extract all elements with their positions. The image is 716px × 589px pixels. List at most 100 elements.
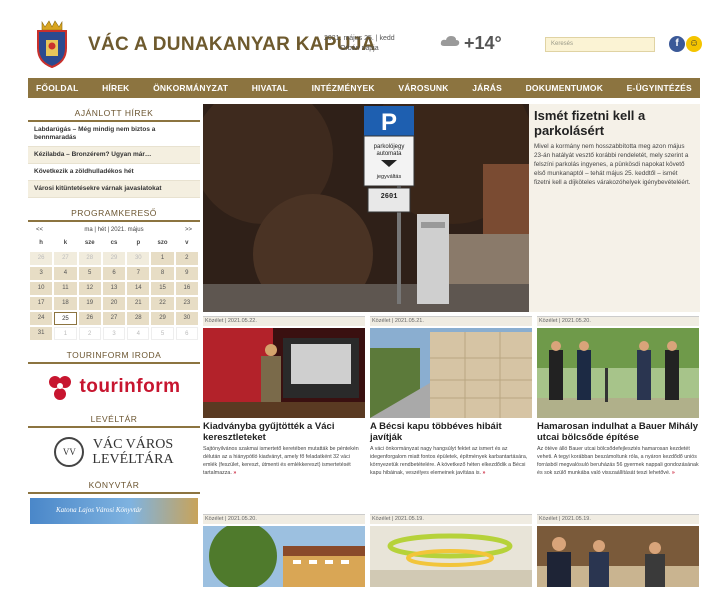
calendar-day[interactable]: 10: [30, 282, 53, 295]
recommended-item[interactable]: Következik a zöldhulladékos hét: [28, 164, 200, 181]
search-input[interactable]: Keresés: [545, 37, 655, 52]
sidebar: AJÁNLOTT HÍREK Labdarúgás – Még mindig n…: [28, 104, 200, 589]
card-title[interactable]: Kiadványba gyűjtötték a Váci keresztlete…: [203, 421, 365, 443]
nav-e-ugyintezes[interactable]: E-ÜGYINTÉZÉS: [627, 83, 692, 93]
tourinform-banner[interactable]: tourinform: [28, 364, 200, 410]
recommended-item[interactable]: Kézilabda – Bronzérem? Ugyan már…: [28, 147, 200, 164]
calendar-day[interactable]: 13: [102, 282, 126, 295]
calendar-day[interactable]: 15: [151, 282, 174, 295]
calendar-day[interactable]: 30: [127, 252, 150, 265]
card-image[interactable]: [537, 328, 699, 418]
calendar-day[interactable]: 31: [30, 327, 53, 340]
calendar-day[interactable]: 27: [54, 252, 77, 265]
calendar-day[interactable]: 11: [54, 282, 77, 295]
card-meta: Közélet | 2021.05.19.: [537, 514, 699, 524]
card-image[interactable]: [203, 526, 365, 587]
library-banner[interactable]: Katona Lajos Városi Könyvtár: [30, 498, 198, 524]
calendar-next-button[interactable]: >>: [185, 227, 192, 233]
nav-jaras[interactable]: JÁRÁS: [472, 83, 502, 93]
card-image[interactable]: [370, 526, 532, 587]
calendar-day[interactable]: 12: [78, 282, 101, 295]
nav-fooldal[interactable]: FŐOLDAL: [36, 83, 78, 93]
calendar-day[interactable]: 6: [102, 267, 126, 280]
calendar-day[interactable]: 8: [151, 267, 174, 280]
calendar-day[interactable]: 14: [127, 282, 150, 295]
calendar-day[interactable]: 20: [102, 297, 126, 310]
recommended-item[interactable]: Városi kitüntetésekre várnak javaslatoka…: [28, 181, 200, 198]
calendar-day[interactable]: 29: [102, 252, 126, 265]
news-card[interactable]: Közélet | 2021.05.19.: [370, 514, 532, 587]
calendar-day[interactable]: 26: [78, 312, 101, 325]
smiley-icon[interactable]: ☺: [686, 36, 702, 52]
svg-text:parkolójegy: parkolójegy: [374, 144, 405, 150]
hero-image[interactable]: P parkolójegy automata jegyváltás 2601: [203, 104, 529, 312]
archive-banner[interactable]: VV VÁC VÁROS LEVÉLTÁRA: [28, 428, 200, 476]
calendar-day-name: h: [39, 240, 43, 246]
read-more-arrow-icon[interactable]: »: [672, 470, 675, 476]
nav-hirek[interactable]: HÍREK: [102, 83, 129, 93]
archive-title: VÁC VÁROS LEVÉLTÁRA: [92, 437, 174, 467]
recommended-item[interactable]: Labdarúgás – Még mindig nem biztos a ben…: [28, 122, 200, 147]
calendar-day[interactable]: 23: [175, 297, 198, 310]
calendar-day[interactable]: 29: [151, 312, 174, 325]
card-title[interactable]: A Bécsi kapu többéves hibáit javítják: [370, 421, 532, 443]
news-card[interactable]: Közélet | 2021.05.20. Hamarosan indulhat…: [537, 316, 699, 477]
calendar-day[interactable]: 5: [151, 327, 174, 340]
nav-onkormanyzat[interactable]: ÖNKORMÁNYZAT: [153, 83, 228, 93]
program-heading: PROGRAMKERESŐ: [28, 204, 200, 222]
news-card[interactable]: Közélet | 2021.05.20.: [203, 514, 365, 587]
calendar-nav[interactable]: ma | hét | 2021. május: [84, 227, 143, 233]
city-crest-icon[interactable]: [34, 18, 70, 68]
nav-hivatal[interactable]: HIVATAL: [252, 83, 288, 93]
calendar-day[interactable]: 2: [175, 252, 198, 265]
calendar-day[interactable]: 7: [127, 267, 150, 280]
hero-article[interactable]: Ismét fizetni kell a parkolásért Mivel a…: [529, 104, 700, 312]
calendar-day[interactable]: 16: [175, 282, 198, 295]
site-header: VÁC A DUNAKANYAR KAPUJA 2021. május 25. …: [28, 0, 702, 78]
calendar-day[interactable]: 18: [54, 297, 77, 310]
calendar-day[interactable]: 5: [78, 267, 101, 280]
calendar-day[interactable]: 9: [175, 267, 198, 280]
calendar-day[interactable]: 6: [175, 327, 198, 340]
calendar-day-name: sze: [84, 240, 95, 246]
read-more-arrow-icon[interactable]: »: [233, 470, 236, 476]
recommended-heading: AJÁNLOTT HÍREK: [28, 104, 200, 122]
calendar-day[interactable]: 21: [127, 297, 150, 310]
calendar-day[interactable]: 30: [175, 312, 198, 325]
calendar-day[interactable]: 17: [30, 297, 53, 310]
calendar-day[interactable]: 28: [78, 252, 101, 265]
nav-varosunk[interactable]: VÁROSUNK: [398, 83, 448, 93]
calendar-day[interactable]: 2: [78, 327, 101, 340]
calendar-day[interactable]: 25: [54, 312, 77, 325]
facebook-icon[interactable]: f: [669, 36, 685, 52]
news-card[interactable]: Közélet | 2021.05.21. A Bécsi kapu többé…: [370, 316, 532, 477]
calendar-day[interactable]: 1: [54, 327, 77, 340]
card-body: Az ötéve álló Bauer utcai bölcsődefejles…: [537, 446, 699, 476]
tourinform-text: tourinform: [79, 376, 181, 397]
calendar-day[interactable]: 3: [30, 267, 53, 280]
tourinform-heading: TOURINFORM IRODA: [28, 346, 200, 364]
card-title[interactable]: Hamarosan indulhat a Bauer Mihály utcai …: [537, 421, 699, 443]
read-more-arrow-icon[interactable]: »: [482, 470, 485, 476]
calendar-day[interactable]: 22: [151, 297, 174, 310]
card-image[interactable]: [537, 526, 699, 587]
archive-logo-icon: VV: [54, 437, 85, 467]
calendar-day[interactable]: 26: [30, 252, 53, 265]
nav-intezmenyek[interactable]: INTÉZMÉNYEK: [312, 83, 375, 93]
calendar-day-name: k: [63, 240, 68, 246]
calendar-day[interactable]: 28: [127, 312, 150, 325]
calendar-day[interactable]: 1: [151, 252, 174, 265]
calendar-day[interactable]: 27: [102, 312, 126, 325]
news-card[interactable]: Közélet | 2021.05.19.: [537, 514, 699, 587]
news-card[interactable]: Közélet | 2021.05.22. Kiadványba gyűjtöt…: [203, 316, 365, 477]
nav-dokumentumok[interactable]: DOKUMENTUMOK: [526, 83, 603, 93]
calendar-day[interactable]: 24: [30, 312, 53, 325]
calendar-day[interactable]: 4: [127, 327, 150, 340]
card-image[interactable]: [203, 328, 365, 418]
calendar-day[interactable]: 19: [78, 297, 101, 310]
hero-title[interactable]: Ismét fizetni kell a parkolásért: [534, 108, 695, 138]
calendar-day[interactable]: 3: [102, 327, 126, 340]
card-image[interactable]: [370, 328, 532, 418]
calendar-prev-button[interactable]: <<: [36, 227, 43, 233]
calendar-day[interactable]: 4: [54, 267, 77, 280]
